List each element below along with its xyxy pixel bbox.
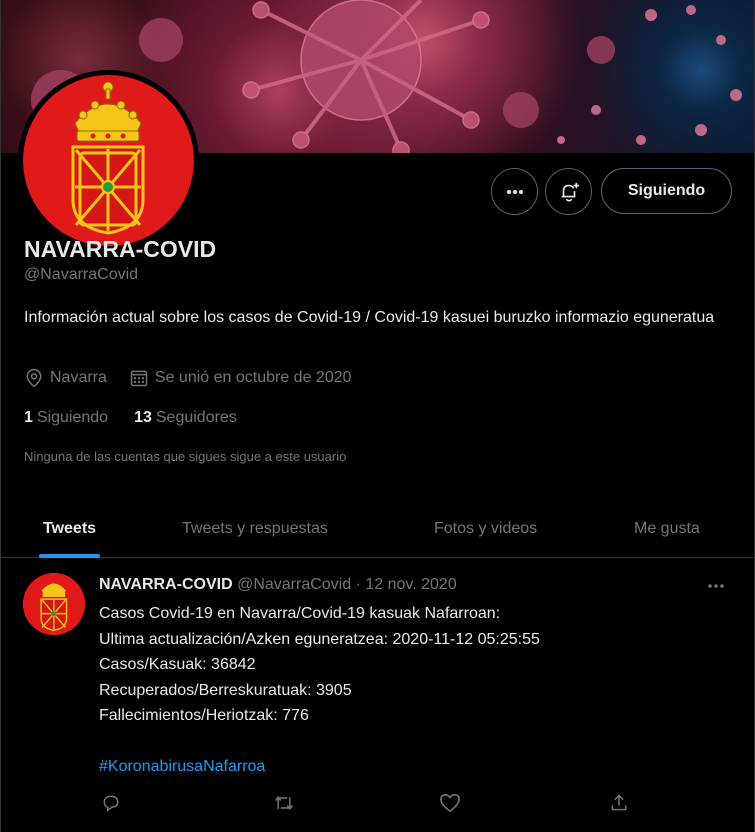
following-count: 1	[24, 409, 33, 426]
followers-count-link[interactable]: 13 Seguidores	[134, 409, 237, 427]
tab-label: Tweets y respuestas	[182, 520, 328, 537]
tab-tweets-and-replies[interactable]: Tweets y respuestas	[182, 500, 328, 558]
tab-likes[interactable]: Me gusta	[634, 500, 700, 558]
tweet-spacer	[99, 729, 739, 754]
tweet-hashtag[interactable]: #KoronabirusaNafarroa	[99, 754, 739, 780]
more-icon	[708, 584, 724, 588]
location-pin-icon	[26, 368, 42, 388]
bell-plus-icon	[561, 182, 579, 202]
tweet-separator: ·	[355, 576, 361, 593]
tweet-header: NAVARRA-COVID @NavarraCovid · 12 nov. 20…	[99, 576, 457, 594]
like-button[interactable]	[439, 793, 461, 818]
tweet-line: Casos Covid-19 en Navarra/Covid-19 kasua…	[99, 605, 501, 622]
following-button[interactable]: Siguiendo	[601, 168, 732, 214]
profile-meta: Navarra Se unió en octubre de 2020	[24, 368, 374, 388]
joined-text: Se unió en octubre de 2020	[154, 369, 352, 386]
reply-button[interactable]	[101, 793, 121, 818]
tweet-text: Casos Covid-19 en Navarra/Covid-19 kasua…	[99, 601, 739, 779]
more-icon	[506, 189, 523, 194]
profile-handle: @NavarraCovid	[24, 266, 139, 283]
tab-tweets[interactable]: Tweets	[39, 500, 101, 558]
retweet-icon	[275, 795, 293, 811]
tab-media[interactable]: Fotos y videos	[434, 500, 537, 558]
tweet-author-name[interactable]: NAVARRA-COVID	[99, 576, 233, 593]
heart-icon	[440, 793, 460, 813]
tweet-line: Fallecimientos/Heriotzak: 776	[99, 707, 309, 724]
followers-you-know-note: Ninguna de las cuentas que sigues sigue …	[24, 449, 347, 464]
reply-icon	[103, 795, 119, 813]
following-count-link[interactable]: 1 Siguiendo	[24, 409, 108, 427]
tweet-avatar[interactable]	[23, 573, 85, 635]
notifications-button[interactable]	[545, 168, 592, 215]
more-options-button[interactable]	[491, 168, 538, 215]
profile-bio: Información actual sobre los casos de Co…	[24, 309, 715, 326]
tweet-date[interactable]: 12 nov. 2020	[365, 576, 456, 593]
followers-label: Seguidores	[155, 409, 237, 426]
share-icon	[611, 794, 627, 811]
tweet-line: Ultima actualización/Azken eguneratzea: …	[99, 630, 540, 648]
tweet-more-button[interactable]	[706, 576, 726, 601]
tab-label: Fotos y videos	[434, 520, 538, 537]
share-button[interactable]	[609, 793, 629, 818]
location-text: Navarra	[50, 369, 107, 386]
profile-joined: Se unió en octubre de 2020	[129, 368, 352, 388]
tab-label: Me gusta	[634, 520, 700, 537]
tab-label: Tweets	[43, 520, 97, 537]
navarra-coat-of-arms-logo	[23, 573, 85, 635]
following-label: Siguiendo	[36, 409, 109, 426]
tweet-line: Casos/Kasuak: 36842	[99, 656, 256, 673]
calendar-icon	[130, 370, 148, 387]
tweet-author-handle[interactable]: @NavarraCovid	[237, 576, 351, 593]
followers-count: 13	[134, 409, 152, 426]
profile-page: Siguiendo NAVARRA-COVID @NavarraCovid In…	[0, 0, 755, 832]
tweet[interactable]: NAVARRA-COVID @NavarraCovid · 12 nov. 20…	[1, 559, 754, 832]
retweet-button[interactable]	[273, 793, 295, 818]
profile-avatar[interactable]	[18, 70, 199, 251]
active-tab-indicator	[39, 554, 101, 558]
profile-name: NAVARRA-COVID	[24, 236, 217, 262]
profile-location: Navarra	[24, 368, 107, 388]
profile-counts: 1 Siguiendo 13 Seguidores	[24, 409, 263, 427]
navarra-coat-of-arms-logo	[71, 81, 145, 235]
tweet-line: Recuperados/Berreskuratuak: 3905	[99, 681, 352, 699]
profile-tabs: Tweets Tweets y respuestas Fotos y video…	[1, 500, 754, 558]
